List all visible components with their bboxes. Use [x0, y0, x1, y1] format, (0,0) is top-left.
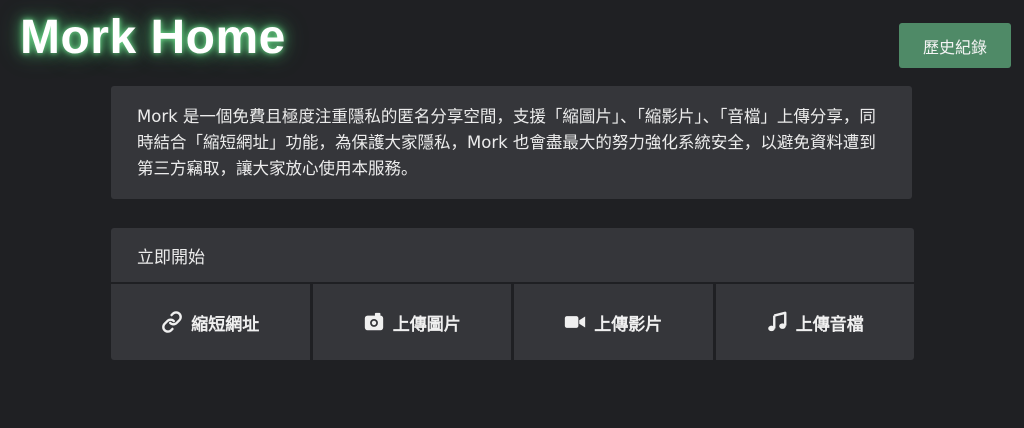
brand-logo-text[interactable]: Mork Home	[20, 8, 286, 68]
page: Mork Home 歷史紀錄 Mork 是一個免費且極度注重隱私的匿名分享空間，…	[0, 0, 1024, 428]
action-bar: 縮短網址 上傳圖片 上傳影片 上傳音檔	[111, 284, 914, 360]
history-button[interactable]: 歷史紀錄	[899, 23, 1011, 68]
intro-text: Mork 是一個免費且極度注重隱私的匿名分享空間，支援「縮圖片」、「縮影片」、「…	[137, 107, 876, 178]
music-icon	[766, 311, 788, 333]
upload-image-label: 上傳圖片	[392, 314, 461, 335]
upload-audio-button[interactable]: 上傳音檔	[715, 284, 914, 360]
upload-video-label: 上傳影片	[594, 314, 663, 335]
start-card-title: 立即開始	[111, 228, 914, 282]
video-icon	[564, 311, 586, 333]
camera-icon	[363, 311, 385, 333]
shorten-url-label: 縮短網址	[191, 314, 260, 335]
intro-card: Mork 是一個免費且極度注重隱私的匿名分享空間，支援「縮圖片」、「縮影片」、「…	[111, 86, 912, 199]
start-card: 立即開始 縮短網址 上傳圖片 上傳影片 上傳音檔	[111, 228, 914, 360]
shorten-url-button[interactable]: 縮短網址	[111, 284, 310, 360]
link-icon	[161, 311, 183, 333]
upload-image-button[interactable]: 上傳圖片	[312, 284, 511, 360]
upload-audio-label: 上傳音檔	[795, 314, 864, 335]
upload-video-button[interactable]: 上傳影片	[514, 284, 713, 360]
